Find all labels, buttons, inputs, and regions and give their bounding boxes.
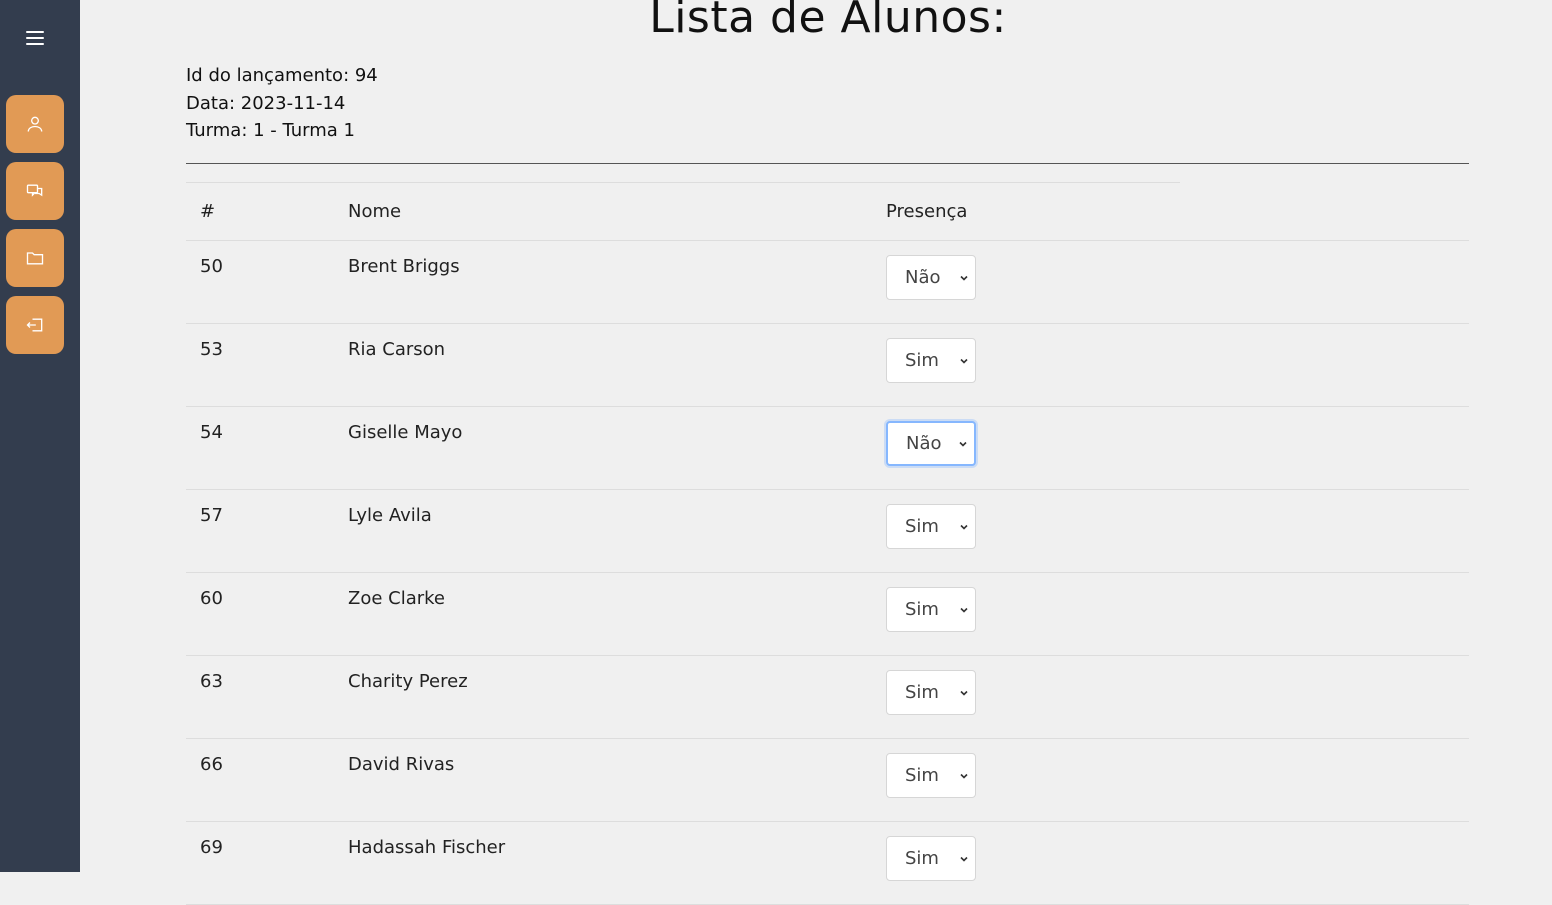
table-row: 69 Hadassah Fischer Sim	[186, 822, 1469, 905]
student-name: Brent Briggs	[348, 256, 460, 277]
students-table: # Nome Presença 50 Brent Briggs Não 53 R…	[186, 182, 1469, 905]
student-id: 66	[200, 754, 223, 775]
chevron-down-icon	[960, 275, 968, 281]
launch-info: Id do lançamento: 94 Data: 2023-11-14 Tu…	[186, 62, 378, 145]
presence-value: Sim	[905, 599, 939, 620]
main-content: Lista de Alunos: Id do lançamento: 94 Da…	[80, 0, 1552, 905]
table-row: 53 Ria Carson Sim	[186, 324, 1469, 407]
presence-value: Sim	[905, 765, 939, 786]
table-row: 63 Charity Perez Sim	[186, 656, 1469, 739]
presence-select[interactable]: Sim	[886, 587, 976, 632]
student-id: 60	[200, 588, 223, 609]
presence-select[interactable]: Não	[886, 255, 976, 300]
student-name: David Rivas	[348, 754, 455, 775]
student-name: Zoe Clarke	[348, 588, 445, 609]
user-icon	[27, 116, 43, 132]
chevron-down-icon	[960, 773, 968, 779]
sidebar	[0, 0, 80, 872]
presence-select[interactable]: Sim	[886, 836, 976, 881]
table-row: 54 Giselle Mayo Não	[186, 407, 1469, 490]
chevron-down-icon	[960, 607, 968, 613]
presence-select[interactable]: Sim	[886, 753, 976, 798]
divider	[186, 163, 1469, 164]
presence-value: Sim	[905, 350, 939, 371]
student-name: Giselle Mayo	[348, 422, 463, 443]
logout-button[interactable]	[6, 296, 64, 354]
table-header: # Nome Presença	[186, 183, 1469, 241]
table-row: 60 Zoe Clarke Sim	[186, 573, 1469, 656]
profile-button[interactable]	[6, 95, 64, 153]
presence-value: Não	[905, 267, 941, 288]
table-row: 57 Lyle Avila Sim	[186, 490, 1469, 573]
folder-button[interactable]	[6, 229, 64, 287]
class-label: Turma: 1 - Turma 1	[186, 120, 355, 141]
folder-icon	[26, 252, 44, 265]
chevron-down-icon	[959, 441, 967, 447]
presence-select[interactable]: Sim	[886, 338, 976, 383]
student-id: 63	[200, 671, 223, 692]
presence-value: Não	[906, 433, 942, 454]
page-title: Lista de Alunos:	[649, 0, 1007, 43]
presence-select[interactable]: Sim	[886, 670, 976, 715]
launch-id: Id do lançamento: 94	[186, 65, 378, 86]
header-name: Nome	[348, 201, 402, 222]
header-presence: Presença	[886, 201, 968, 222]
student-name: Ria Carson	[348, 339, 446, 360]
presence-select[interactable]: Não	[886, 421, 976, 466]
chevron-down-icon	[960, 524, 968, 530]
chat-icon	[26, 184, 43, 197]
table-row: 66 David Rivas Sim	[186, 739, 1469, 822]
chevron-down-icon	[960, 690, 968, 696]
presence-select[interactable]: Sim	[886, 504, 976, 549]
logout-icon	[26, 318, 43, 332]
launch-date: Data: 2023-11-14	[186, 92, 346, 114]
chevron-down-icon	[960, 358, 968, 364]
student-name: Lyle Avila	[348, 505, 432, 526]
presence-value: Sim	[905, 848, 939, 869]
table-row: 50 Brent Briggs Não	[186, 241, 1469, 324]
hamburger-icon[interactable]	[22, 27, 48, 49]
chat-button[interactable]	[6, 162, 64, 220]
student-id: 50	[200, 256, 223, 277]
presence-value: Sim	[905, 516, 939, 537]
student-name: Hadassah Fischer	[348, 837, 506, 858]
presence-value: Sim	[905, 682, 939, 703]
student-id: 54	[200, 422, 223, 443]
student-id: 57	[200, 505, 223, 526]
student-id: 69	[200, 837, 223, 858]
student-name: Charity Perez	[348, 671, 468, 692]
header-id: #	[200, 201, 216, 222]
student-id: 53	[200, 339, 223, 360]
chevron-down-icon	[960, 856, 968, 862]
